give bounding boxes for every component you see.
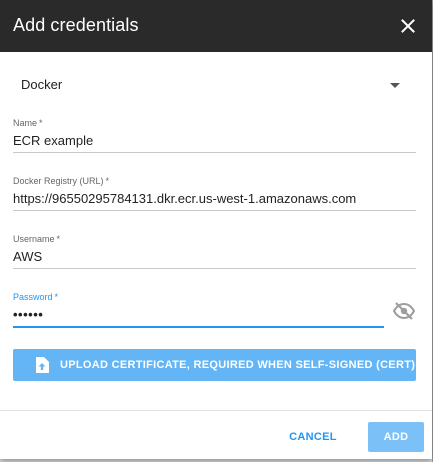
- password-label: Password *: [13, 292, 59, 302]
- credential-type-select[interactable]: Docker: [13, 68, 416, 102]
- registry-label: Docker Registry (URL) *: [13, 176, 110, 186]
- name-field: Name *: [13, 118, 416, 153]
- name-label: Name *: [13, 118, 43, 128]
- dialog-title: Add credentials: [13, 15, 139, 35]
- password-field: Password *: [13, 292, 384, 328]
- chevron-down-icon: [390, 83, 400, 88]
- footer-divider: [0, 410, 432, 411]
- credential-type-value: Docker: [21, 77, 63, 92]
- upload-certificate-button[interactable]: UPLOAD CERTIFICATE, REQUIRED WHEN SELF-S…: [13, 349, 416, 381]
- name-input[interactable]: [13, 130, 416, 152]
- registry-url-input[interactable]: [13, 188, 416, 210]
- registry-underline: [13, 210, 416, 211]
- file-upload-icon: [36, 357, 49, 373]
- add-credentials-dialog: Add credentials Docker Name* Docker Regi…: [0, 0, 432, 459]
- username-field: Username *: [13, 234, 416, 269]
- password-underline: [13, 326, 384, 328]
- add-button[interactable]: ADD: [368, 422, 424, 452]
- password-input[interactable]: [13, 304, 384, 326]
- upload-certificate-label: UPLOAD CERTIFICATE, REQUIRED WHEN SELF-S…: [60, 359, 416, 371]
- password-visibility-toggle[interactable]: [392, 301, 416, 321]
- registry-field: Docker Registry (URL) *: [13, 176, 416, 211]
- username-input[interactable]: [13, 246, 416, 268]
- add-label: ADD: [383, 431, 409, 443]
- eye-off-icon: [392, 302, 416, 320]
- username-label: Username *: [13, 234, 61, 244]
- username-underline: [13, 268, 416, 269]
- close-icon: [401, 19, 415, 33]
- name-underline: [13, 152, 416, 153]
- dialog-header: Add credentials: [0, 0, 432, 52]
- cancel-label: CANCEL: [289, 431, 337, 443]
- close-button[interactable]: [396, 14, 420, 38]
- cancel-button[interactable]: CANCEL: [276, 423, 350, 453]
